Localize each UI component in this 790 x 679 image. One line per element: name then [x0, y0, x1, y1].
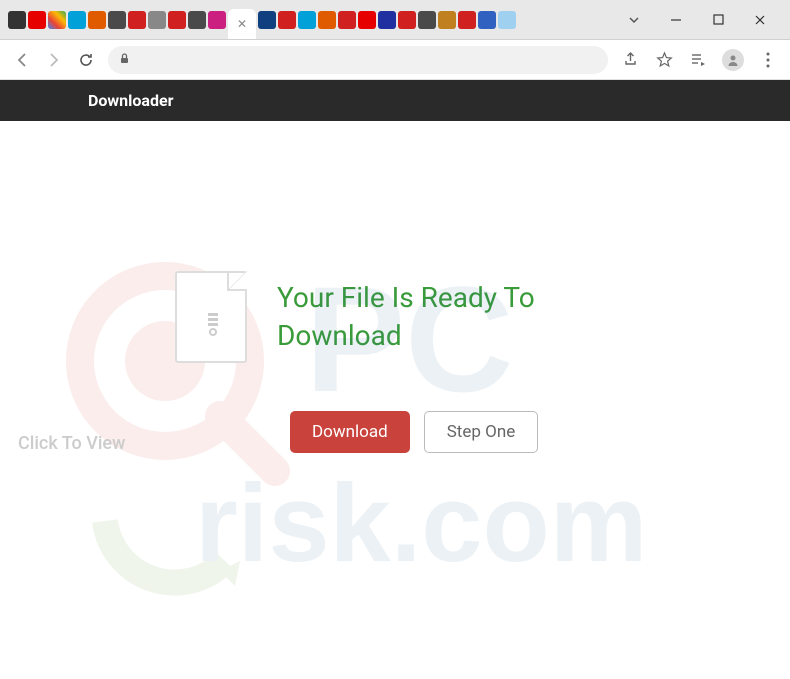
- close-tab-icon[interactable]: ✕: [237, 17, 247, 31]
- tab-favicon[interactable]: [168, 11, 186, 29]
- address-bar[interactable]: [108, 46, 608, 74]
- tab-favicon[interactable]: [48, 11, 66, 29]
- page-viewport: Downloader PC risk.com Click To View: [0, 80, 790, 678]
- reload-button[interactable]: [76, 50, 96, 70]
- chevron-down-icon[interactable]: [622, 8, 646, 32]
- zip-file-icon: [175, 271, 247, 363]
- page-header: Downloader: [0, 80, 790, 121]
- tab-favicon[interactable]: [438, 11, 456, 29]
- page-content: PC risk.com Click To View Your File Is R…: [0, 121, 790, 679]
- bookmark-star-icon[interactable]: [654, 50, 674, 70]
- tab-favicon[interactable]: [478, 11, 496, 29]
- download-button[interactable]: Download: [290, 411, 410, 453]
- profile-avatar[interactable]: [722, 49, 744, 71]
- tab-favicon[interactable]: [298, 11, 316, 29]
- tab-favicon[interactable]: [258, 11, 276, 29]
- tab-favicon[interactable]: [108, 11, 126, 29]
- watermark-hint: Click To View: [18, 433, 125, 454]
- close-button[interactable]: [748, 8, 772, 32]
- maximize-button[interactable]: [706, 8, 730, 32]
- back-button[interactable]: [12, 50, 32, 70]
- tab-favicon[interactable]: [278, 11, 296, 29]
- window-controls: [612, 8, 782, 32]
- svg-text:risk.com: risk.com: [195, 462, 647, 585]
- lock-icon: [118, 50, 131, 69]
- tab-favicon[interactable]: [28, 11, 46, 29]
- tab-favicon[interactable]: [68, 11, 86, 29]
- tab-favicon[interactable]: [148, 11, 166, 29]
- tab-favicon[interactable]: [398, 11, 416, 29]
- menu-dots-icon[interactable]: [758, 50, 778, 70]
- toolbar-right: [620, 49, 778, 71]
- file-ready-row: Your File Is Ready To Download: [0, 271, 790, 363]
- ready-heading: Your File Is Ready To Download: [277, 279, 607, 355]
- step-one-button[interactable]: Step One: [424, 411, 539, 453]
- tab-favicon[interactable]: [188, 11, 206, 29]
- tab-favicon[interactable]: [378, 11, 396, 29]
- tab-strip: ✕: [8, 1, 612, 39]
- tab-favicon[interactable]: [128, 11, 146, 29]
- tab-favicon[interactable]: [418, 11, 436, 29]
- tab-favicon[interactable]: [498, 11, 516, 29]
- page-title: Downloader: [88, 91, 173, 110]
- tab-favicon[interactable]: [208, 11, 226, 29]
- active-tab[interactable]: ✕: [228, 9, 256, 39]
- minimize-button[interactable]: [664, 8, 688, 32]
- browser-titlebar: ✕: [0, 0, 790, 40]
- tab-favicon[interactable]: [358, 11, 376, 29]
- share-icon[interactable]: [620, 50, 640, 70]
- forward-button[interactable]: [44, 50, 64, 70]
- playlist-icon[interactable]: [688, 50, 708, 70]
- browser-toolbar: [0, 40, 790, 80]
- tab-favicon[interactable]: [8, 11, 26, 29]
- tab-favicon[interactable]: [318, 11, 336, 29]
- tab-favicon[interactable]: [458, 11, 476, 29]
- tab-favicon[interactable]: [338, 11, 356, 29]
- tab-favicon[interactable]: [88, 11, 106, 29]
